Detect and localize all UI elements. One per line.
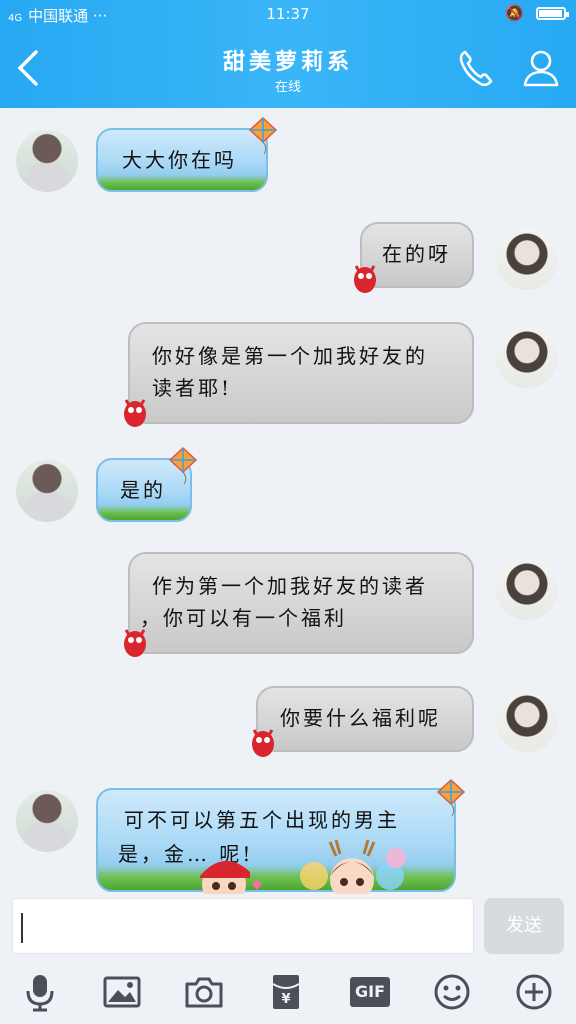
camera-icon[interactable] <box>184 972 224 1012</box>
contact-avatar[interactable] <box>16 460 78 522</box>
message-bubble[interactable]: 作为第一个加我好友的读者 ，你可以有一个福利 <box>128 552 474 654</box>
chat-header: 4G 中国联通 ··· 11:37 🔕 甜美萝莉系 在线 <box>0 0 576 108</box>
red-packet-icon[interactable]: ¥ <box>266 972 306 1012</box>
red-monster-icon <box>124 629 146 657</box>
my-avatar[interactable] <box>496 326 558 388</box>
input-toolbar: ¥ GIF <box>0 962 576 1024</box>
mute-bell-icon: 🔕 <box>505 4 524 22</box>
message-text: 你要什么福利呢 <box>280 706 441 730</box>
red-monster-icon <box>252 729 274 757</box>
my-avatar[interactable] <box>496 228 558 290</box>
status-bar: 4G 中国联通 ··· 11:37 🔕 <box>0 0 576 28</box>
message-text: 可不可以第五个出现的男主 <box>124 808 400 832</box>
message-bubble[interactable]: 你要什么福利呢 <box>256 686 474 752</box>
message-text: 在的呀 <box>382 242 451 266</box>
image-icon[interactable] <box>102 972 142 1012</box>
message-text: 作为第一个加我好友的读者 <box>152 574 428 598</box>
my-avatar[interactable] <box>496 690 558 752</box>
my-avatar[interactable] <box>496 558 558 620</box>
message-text: 读者耶! <box>152 376 233 400</box>
user-icon[interactable] <box>522 48 560 88</box>
input-bar: 发送 <box>0 894 576 960</box>
message-text: ，你可以有一个福利 <box>140 606 347 630</box>
kite-icon <box>168 446 198 485</box>
red-monster-icon <box>354 265 376 293</box>
send-button[interactable]: 发送 <box>484 898 564 954</box>
text-cursor <box>21 913 23 943</box>
emoji-icon[interactable] <box>432 972 472 1012</box>
girl-sticker-icon <box>300 839 406 894</box>
message-bubble[interactable]: 你好像是第一个加我好友的 读者耶! <box>128 322 474 424</box>
contact-avatar[interactable] <box>16 130 78 192</box>
message-input[interactable] <box>12 898 474 954</box>
svg-text:¥: ¥ <box>281 992 290 1007</box>
clock: 11:37 <box>266 5 310 23</box>
battery-icon <box>536 7 569 20</box>
gif-icon[interactable]: GIF <box>350 977 390 1007</box>
kite-icon <box>248 116 278 155</box>
message-list[interactable]: 大大你在吗 在的呀 你好像是第一个加我好友的 读者耶! 是的 作为第一个加我好友… <box>0 108 576 894</box>
message-text: 是的 <box>120 478 166 502</box>
phone-icon[interactable] <box>456 48 494 88</box>
plus-icon[interactable] <box>514 972 554 1012</box>
message-bubble[interactable]: 大大你在吗 <box>96 128 268 192</box>
boy-sticker-icon <box>200 860 262 894</box>
microphone-icon[interactable] <box>20 972 60 1012</box>
message-text: 你好像是第一个加我好友的 <box>152 344 428 368</box>
kite-icon <box>436 778 466 817</box>
red-monster-icon <box>124 399 146 427</box>
contact-avatar[interactable] <box>16 790 78 852</box>
message-text: 大大你在吗 <box>122 148 237 172</box>
